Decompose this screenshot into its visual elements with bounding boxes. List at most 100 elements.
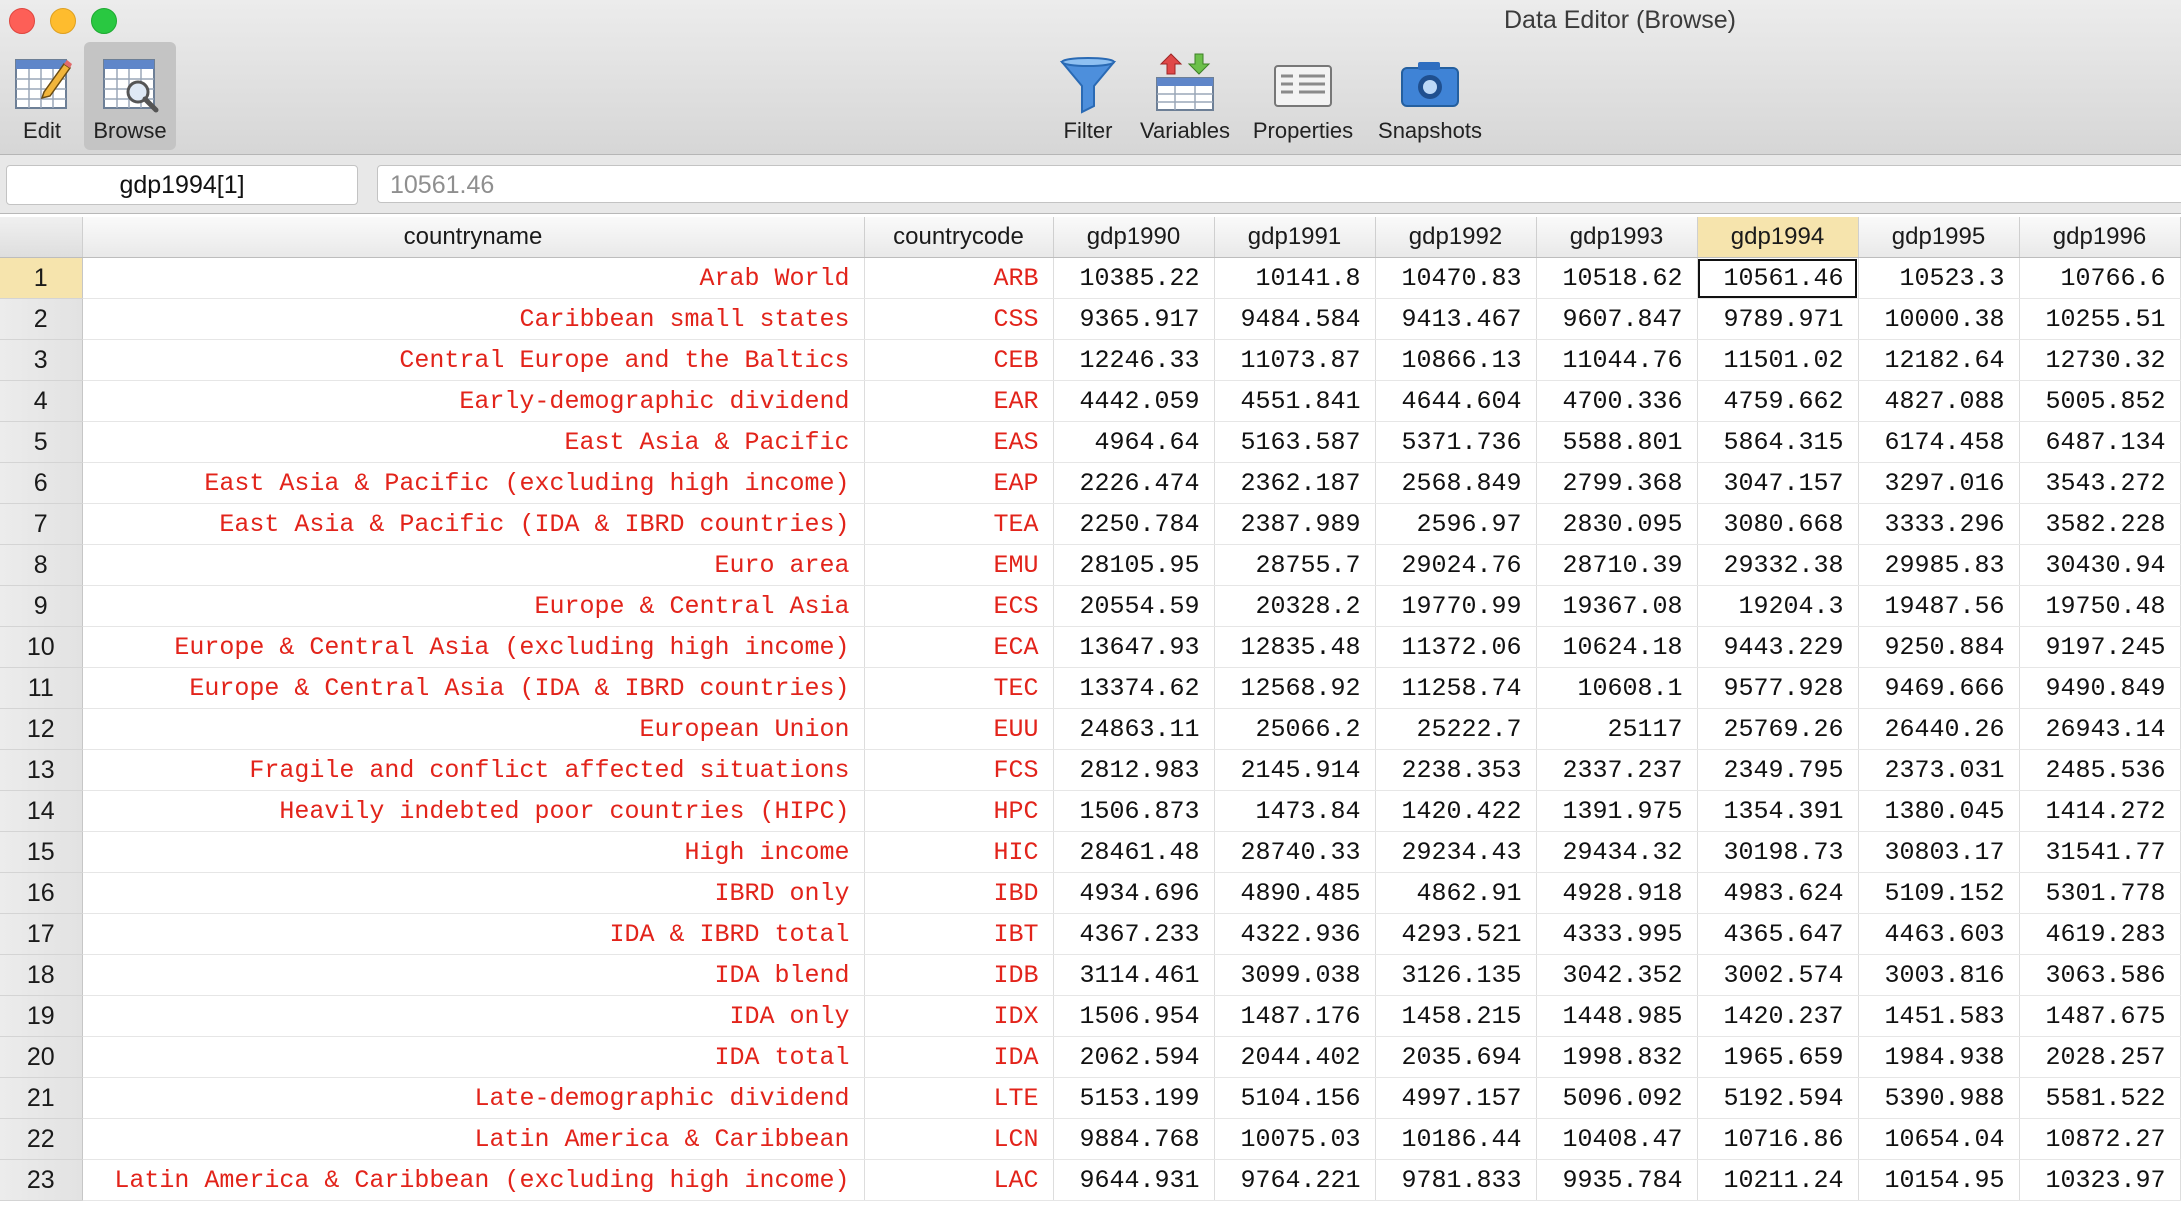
row-number[interactable]: 17 (0, 913, 83, 955)
cell-gdp1992[interactable]: 2238.353 (1375, 749, 1537, 791)
cell-gdp1996[interactable]: 10872.27 (2019, 1118, 2181, 1160)
cell-gdp1991[interactable]: 9484.584 (1214, 298, 1376, 340)
column-header-gdp1996[interactable]: gdp1996 (2019, 217, 2181, 258)
cell-gdp1996[interactable]: 9197.245 (2019, 626, 2181, 668)
cell-gdp1996[interactable]: 3543.272 (2019, 462, 2181, 504)
cell-countryname[interactable]: IDA blend (82, 954, 865, 996)
cell-gdp1994[interactable]: 10211.24 (1697, 1159, 1859, 1201)
cell-gdp1990[interactable]: 4367.233 (1053, 913, 1215, 955)
cell-gdp1990[interactable]: 2226.474 (1053, 462, 1215, 504)
row-number[interactable]: 23 (0, 1159, 83, 1201)
cell-countrycode[interactable]: EAR (864, 380, 1054, 422)
cell-countryname[interactable]: IDA total (82, 1036, 865, 1078)
cell-gdp1996[interactable]: 10323.97 (2019, 1159, 2181, 1201)
cell-gdp1991[interactable]: 2145.914 (1214, 749, 1376, 791)
cell-countryname[interactable]: East Asia & Pacific (82, 421, 865, 463)
cell-gdp1990[interactable]: 13647.93 (1053, 626, 1215, 668)
cell-gdp1993[interactable]: 10518.62 (1536, 257, 1698, 299)
cell-countryname[interactable]: IDA only (82, 995, 865, 1037)
cell-countrycode[interactable]: CEB (864, 339, 1054, 381)
cell-gdp1994[interactable]: 3002.574 (1697, 954, 1859, 996)
cell-gdp1994[interactable]: 10561.46 (1697, 257, 1859, 299)
cell-gdp1990[interactable]: 10385.22 (1053, 257, 1215, 299)
cell-gdp1992[interactable]: 19770.99 (1375, 585, 1537, 627)
cell-gdp1992[interactable]: 2596.97 (1375, 503, 1537, 545)
cell-gdp1991[interactable]: 11073.87 (1214, 339, 1376, 381)
row-number[interactable]: 1 (0, 257, 83, 299)
row-number[interactable]: 13 (0, 749, 83, 791)
cell-countrycode[interactable]: ECS (864, 585, 1054, 627)
cell-gdp1992[interactable]: 1420.422 (1375, 790, 1537, 832)
cell-gdp1993[interactable]: 4700.336 (1536, 380, 1698, 422)
cell-gdp1994[interactable]: 5192.594 (1697, 1077, 1859, 1119)
cell-gdp1992[interactable]: 29234.43 (1375, 831, 1537, 873)
cell-gdp1995[interactable]: 29985.83 (1858, 544, 2020, 586)
cell-gdp1995[interactable]: 6174.458 (1858, 421, 2020, 463)
cell-gdp1990[interactable]: 3114.461 (1053, 954, 1215, 996)
cell-gdp1996[interactable]: 5005.852 (2019, 380, 2181, 422)
cell-countryname[interactable]: Caribbean small states (82, 298, 865, 340)
row-number[interactable]: 11 (0, 667, 83, 709)
column-header-gdp1993[interactable]: gdp1993 (1536, 217, 1698, 258)
cell-countrycode[interactable]: IDA (864, 1036, 1054, 1078)
cell-gdp1992[interactable]: 25222.7 (1375, 708, 1537, 750)
cell-gdp1996[interactable]: 5581.522 (2019, 1077, 2181, 1119)
cell-gdp1993[interactable]: 25117 (1536, 708, 1698, 750)
cell-gdp1992[interactable]: 4293.521 (1375, 913, 1537, 955)
row-number[interactable]: 14 (0, 790, 83, 832)
variables-button[interactable]: Variables (1134, 42, 1236, 150)
cell-countrycode[interactable]: EUU (864, 708, 1054, 750)
cell-gdp1990[interactable]: 28105.95 (1053, 544, 1215, 586)
cell-gdp1991[interactable]: 10141.8 (1214, 257, 1376, 299)
cell-gdp1993[interactable]: 9607.847 (1536, 298, 1698, 340)
cell-gdp1995[interactable]: 3333.296 (1858, 503, 2020, 545)
row-number[interactable]: 20 (0, 1036, 83, 1078)
cell-gdp1993[interactable]: 5588.801 (1536, 421, 1698, 463)
cell-countryname[interactable]: Euro area (82, 544, 865, 586)
cell-gdp1995[interactable]: 9250.884 (1858, 626, 2020, 668)
cell-gdp1993[interactable]: 10624.18 (1536, 626, 1698, 668)
cell-gdp1993[interactable]: 9935.784 (1536, 1159, 1698, 1201)
cell-gdp1992[interactable]: 10470.83 (1375, 257, 1537, 299)
cell-gdp1992[interactable]: 1458.215 (1375, 995, 1537, 1037)
row-number[interactable]: 19 (0, 995, 83, 1037)
cell-gdp1995[interactable]: 19487.56 (1858, 585, 2020, 627)
cell-gdp1991[interactable]: 12835.48 (1214, 626, 1376, 668)
cell-gdp1993[interactable]: 10608.1 (1536, 667, 1698, 709)
column-header-gdp1995[interactable]: gdp1995 (1858, 217, 2020, 258)
cell-gdp1992[interactable]: 4997.157 (1375, 1077, 1537, 1119)
row-number[interactable]: 7 (0, 503, 83, 545)
cell-countryname[interactable]: Europe & Central Asia (82, 585, 865, 627)
cell-gdp1995[interactable]: 1380.045 (1858, 790, 2020, 832)
cell-gdp1992[interactable]: 4862.91 (1375, 872, 1537, 914)
cell-gdp1994[interactable]: 5864.315 (1697, 421, 1859, 463)
cell-gdp1996[interactable]: 5301.778 (2019, 872, 2181, 914)
cell-gdp1993[interactable]: 3042.352 (1536, 954, 1698, 996)
cell-countryname[interactable]: Latin America & Caribbean (82, 1118, 865, 1160)
cell-gdp1993[interactable]: 4928.918 (1536, 872, 1698, 914)
cell-countrycode[interactable]: TEA (864, 503, 1054, 545)
cell-gdp1993[interactable]: 1391.975 (1536, 790, 1698, 832)
cell-gdp1996[interactable]: 12730.32 (2019, 339, 2181, 381)
cell-gdp1993[interactable]: 1998.832 (1536, 1036, 1698, 1078)
row-number[interactable]: 4 (0, 380, 83, 422)
row-number[interactable]: 6 (0, 462, 83, 504)
cell-gdp1990[interactable]: 5153.199 (1053, 1077, 1215, 1119)
row-number[interactable]: 16 (0, 872, 83, 914)
grid-corner[interactable] (0, 217, 83, 258)
cell-gdp1990[interactable]: 4964.64 (1053, 421, 1215, 463)
cell-countrycode[interactable]: LCN (864, 1118, 1054, 1160)
cell-countrycode[interactable]: ECA (864, 626, 1054, 668)
cell-gdp1993[interactable]: 29434.32 (1536, 831, 1698, 873)
cell-gdp1996[interactable]: 4619.283 (2019, 913, 2181, 955)
cell-gdp1990[interactable]: 20554.59 (1053, 585, 1215, 627)
cell-gdp1991[interactable]: 1473.84 (1214, 790, 1376, 832)
cell-gdp1991[interactable]: 25066.2 (1214, 708, 1376, 750)
cell-name-field[interactable]: gdp1994[1] (6, 165, 358, 205)
cell-gdp1995[interactable]: 26440.26 (1858, 708, 2020, 750)
cell-countryname[interactable]: Early-demographic dividend (82, 380, 865, 422)
cell-gdp1993[interactable]: 2799.368 (1536, 462, 1698, 504)
cell-gdp1991[interactable]: 12568.92 (1214, 667, 1376, 709)
cell-countryname[interactable]: Heavily indebted poor countries (HIPC) (82, 790, 865, 832)
cell-gdp1996[interactable]: 1414.272 (2019, 790, 2181, 832)
